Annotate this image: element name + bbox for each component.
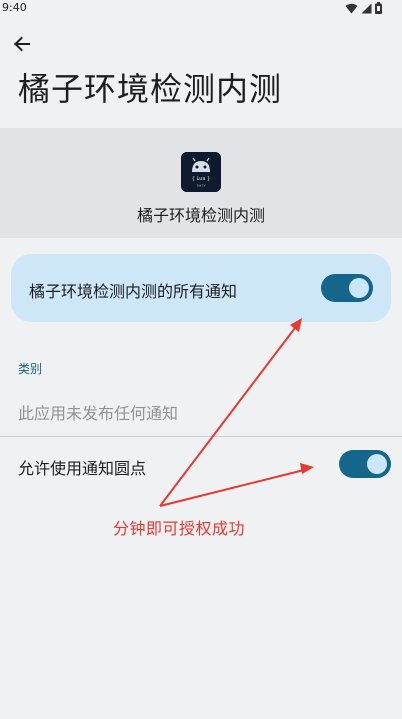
signal-icon (361, 3, 372, 13)
svg-text:{ Lua }: { Lua } (192, 176, 210, 182)
wifi-icon (345, 3, 358, 13)
page-title: 橘子环境检测内测 (18, 70, 283, 108)
notification-dot-toggle[interactable] (339, 450, 391, 478)
app-header: { Lua } TMTY 橘子环境检测内测 (0, 128, 402, 238)
android-robot-icon: { Lua } TMTY (181, 152, 221, 192)
all-notifications-toggle[interactable] (321, 274, 373, 302)
back-button[interactable] (8, 30, 36, 58)
categories-section-label: 类别 (18, 362, 43, 376)
notification-dot-row[interactable]: 允许使用通知圆点 (0, 437, 402, 491)
status-time: 9:40 (2, 1, 27, 14)
battery-icon (375, 2, 382, 14)
all-notifications-label: 橘子环境检测内测的所有通知 (29, 282, 238, 301)
svg-text:TMTY: TMTY (195, 184, 206, 188)
status-bar: 9:40 (0, 0, 402, 18)
arrow-back-icon (14, 36, 30, 52)
all-notifications-row[interactable]: 橘子环境检测内测的所有通知 (11, 254, 391, 322)
annotation-text: 分钟即可授权成功 (113, 519, 246, 538)
status-icons (345, 2, 382, 14)
no-notifications-text: 此应用未发布任何通知 (18, 404, 179, 423)
notification-dot-label: 允许使用通知圆点 (18, 459, 147, 478)
toggle-knob (349, 278, 369, 298)
app-icon: { Lua } TMTY (181, 152, 221, 192)
app-name: 橘子环境检测内测 (136, 206, 265, 225)
toggle-knob (367, 454, 387, 474)
